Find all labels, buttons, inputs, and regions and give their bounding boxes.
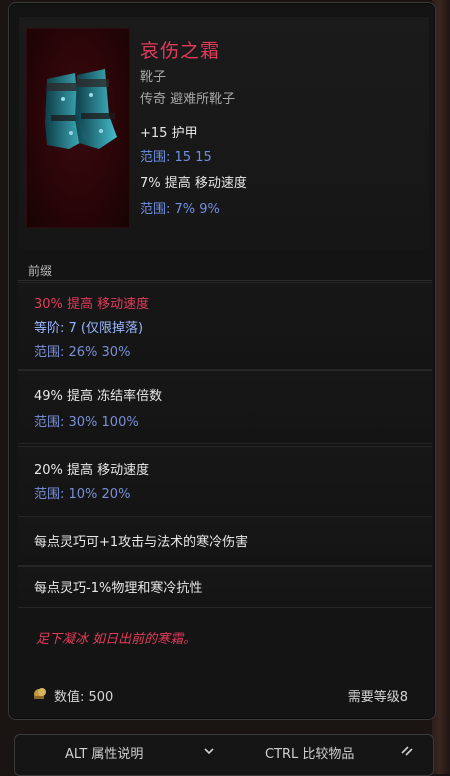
implicit-armor: +15 护甲 [140, 126, 198, 141]
coin-icon [34, 688, 46, 699]
divider [18, 280, 432, 281]
affix-2: 49% 提高 冻结率倍数 范围: 30% 100% [18, 370, 432, 444]
affix-3-line1: 20% 提高 移动速度 [34, 463, 150, 478]
prefix-label: 前缀 [28, 264, 53, 278]
unique-mod-1: 每点灵巧可+1攻击与法术的寒冷伤害 [18, 516, 432, 566]
tooltip-actions-bar: ALT 属性说明 CTRL 比较物品 [14, 734, 434, 776]
boots-icon [45, 69, 117, 149]
affix-1-tier: 等阶: 7 (仅限掉落) [34, 321, 144, 336]
affix-1: 30% 提高 移动速度 等阶: 7 (仅限掉落) 范围: 26% 30% [18, 282, 432, 370]
affix-1-line1: 30% 提高 移动速度 [34, 297, 150, 312]
affix-3: 20% 提高 移动速度 范围: 10% 20% [18, 446, 432, 518]
item-value: 数值: 500 [54, 690, 114, 705]
unique-mod-2: 每点灵巧-1%物理和寒冷抗性 [18, 566, 432, 608]
affix-2-range: 范围: 30% 100% [34, 415, 139, 430]
item-rarity-base: 传奇 避难所靴子 [140, 92, 236, 107]
implicit-armor-range: 范围: 15 15 [140, 150, 212, 165]
affix-1-range: 范围: 26% 30% [34, 345, 131, 360]
tooltip-footer: 数值: 500 需要等级8 [18, 676, 432, 712]
unique-mod-2-text: 每点灵巧-1%物理和寒冷抗性 [34, 581, 203, 596]
required-level: 需要等级8 [347, 690, 408, 705]
affix-2-line1: 49% 提高 冻结率倍数 [34, 389, 163, 404]
lore-text: 足下凝冰 如日出前的寒霜。 [36, 632, 197, 647]
implicit-move-speed: 7% 提高 移动速度 [140, 176, 247, 191]
affix-3-range: 范围: 10% 20% [34, 487, 131, 502]
item-type: 靴子 [140, 70, 167, 85]
item-name: 哀伤之霜 [140, 40, 221, 62]
implicit-move-speed-range: 范围: 7% 9% [140, 202, 220, 217]
alt-attribute-info-button[interactable]: ALT 属性说明 [65, 743, 143, 762]
item-image-frame [26, 28, 130, 228]
swap-icon[interactable] [399, 743, 415, 759]
ctrl-compare-items-button[interactable]: CTRL 比较物品 [265, 743, 354, 762]
chevron-down-icon[interactable] [201, 743, 217, 759]
unique-mod-1-text: 每点灵巧可+1攻击与法术的寒冷伤害 [34, 535, 249, 550]
